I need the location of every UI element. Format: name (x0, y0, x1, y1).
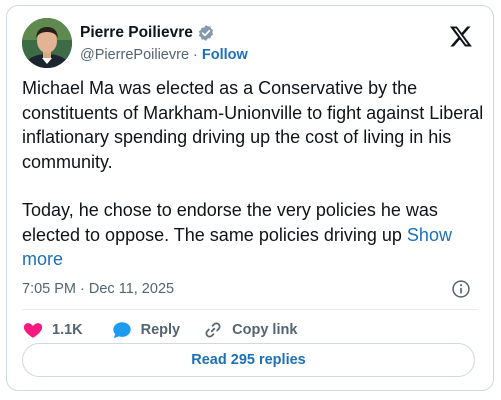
tweet-timestamp[interactable]: 7:05 PM · Dec 11, 2025 (22, 281, 174, 297)
info-icon[interactable] (451, 279, 471, 299)
separator-dot: · (193, 47, 198, 63)
speech-bubble-icon (111, 319, 133, 341)
author-display-name[interactable]: Pierre Poilievre (80, 24, 193, 42)
copy-link-label: Copy link (232, 322, 298, 338)
author-name-row: Pierre Poilievre (80, 24, 215, 42)
follow-button[interactable]: Follow (202, 47, 248, 63)
tweet-paragraph-2-text: Today, he chose to endorse the very poli… (22, 200, 438, 245)
avatar[interactable] (22, 18, 72, 68)
divider (22, 309, 478, 310)
like-count: 1.1K (52, 322, 83, 338)
copy-link-button[interactable]: Copy link (202, 319, 297, 341)
heart-icon (22, 319, 44, 341)
like-button[interactable]: 1.1K (22, 319, 83, 341)
tweet-paragraph-1: Michael Ma was elected as a Conservative… (22, 78, 484, 172)
reply-button[interactable]: Reply (111, 319, 181, 341)
read-replies-button[interactable]: Read 295 replies (22, 343, 475, 377)
x-logo-icon[interactable] (449, 24, 473, 48)
link-icon (202, 319, 224, 341)
tweet-text: Michael Ma was elected as a Conservative… (22, 76, 484, 272)
verified-badge-icon (197, 24, 215, 42)
tweet-card: Pierre Poilievre @PierrePoilievre · Foll… (6, 5, 494, 391)
reply-label: Reply (140, 322, 181, 338)
author-handle[interactable]: @PierrePoilievre (80, 47, 189, 63)
tweet-paragraph-2: Today, he chose to endorse the very poli… (22, 198, 484, 272)
author-handle-row: @PierrePoilievre · Follow (80, 47, 248, 63)
action-bar: 1.1K Reply Copy link (22, 318, 297, 342)
